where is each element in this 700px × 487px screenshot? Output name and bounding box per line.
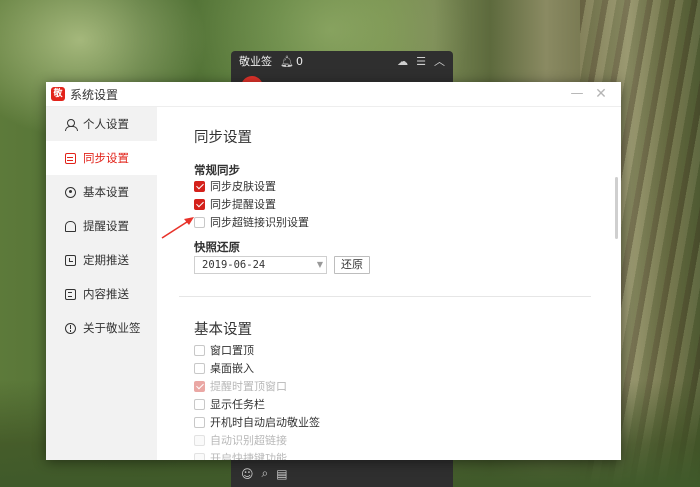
sidebar-item-sync[interactable]: 同步设置 [46,141,157,175]
list-icon[interactable]: ▤ [276,467,287,481]
sync-skin-label: 同步皮肤设置 [210,180,276,193]
auto-hyperlink-label: 自动识别超链接 [210,434,287,447]
sidebar-item-label: 基本设置 [83,185,129,199]
snapshot-date-select[interactable]: 2019-06-24 ▼ [194,256,327,274]
user-icon [65,118,78,131]
users-icon[interactable]: ☺︎ [241,467,254,481]
show-taskbar-option[interactable]: 显示任务栏 [194,397,265,411]
window-top-checkbox[interactable] [194,344,205,356]
gear-icon [65,186,76,198]
sidebar-item-reminder[interactable]: 提醒设置 [46,209,157,243]
sidebar-item-content-push[interactable]: 内容推送 [46,277,157,311]
desktop-embed-option[interactable]: 桌面嵌入 [194,361,254,375]
content-scrollbar[interactable] [615,177,618,239]
basic-section-title: 基本设置 [194,322,252,338]
show-taskbar-checkbox[interactable] [194,398,205,410]
background-widget-bottom-bar: ☺︎ ⌕ ▤ [231,460,453,487]
bell-icon [65,220,76,232]
section-divider [179,296,591,297]
sidebar-item-label: 内容推送 [83,287,129,301]
restore-button[interactable]: 还原 [334,256,370,274]
shortcut-checkbox [194,452,205,460]
settings-sidebar: 个人设置 同步设置 基本设置 提醒设置 定期推送 内容推送 关于敬业签 [46,107,157,460]
window-top-option[interactable]: 窗口置顶 [194,343,254,357]
auto-hyperlink-option: 自动识别超链接 [194,433,287,447]
sidebar-item-personal[interactable]: 个人设置 [46,107,157,141]
desktop-embed-checkbox[interactable] [194,362,205,374]
bell-count: 0 [295,54,303,68]
app-logo-icon: 敬 [51,87,65,101]
dialog-title: 系统设置 [70,87,119,102]
sync-hyperlink-option[interactable]: 同步超链接识别设置 [194,215,309,229]
info-icon [65,322,76,334]
auto-hyperlink-checkbox [194,434,205,446]
annotation-arrow-icon [161,217,194,239]
sidebar-item-scheduled-push[interactable]: 定期推送 [46,243,157,277]
reminder-top-label: 提醒时置顶窗口 [210,380,287,393]
bell-icon[interactable]: 🔔︎ [280,55,294,68]
reminder-top-option: 提醒时置顶窗口 [194,379,287,393]
sidebar-item-label: 个人设置 [83,117,129,131]
dialog-titlebar[interactable]: 敬 系统设置 — ✕ [46,82,621,107]
note-widget-header: 敬业签 🔔︎ 0 ☁ ☰ ︿ [231,51,453,71]
window-top-label: 窗口置顶 [210,344,254,357]
autostart-checkbox[interactable] [194,416,205,428]
note-widget-title: 敬业签 [239,55,272,68]
search-icon[interactable]: ⌕ [262,466,269,481]
menu-icon[interactable]: ☰ [416,55,426,68]
settings-dialog: 敬 系统设置 — ✕ 个人设置 同步设置 基本设置 提醒设置 定期推送 内容推送 [46,82,621,460]
cloud-icon[interactable]: ☁ [397,55,408,68]
sync-section-title: 同步设置 [194,130,252,146]
sidebar-item-about[interactable]: 关于敬业签 [46,311,157,345]
reminder-top-checkbox [194,380,205,392]
sidebar-item-label: 关于敬业签 [83,321,141,335]
sync-icon [65,152,76,164]
sidebar-item-label: 同步设置 [83,151,129,165]
autostart-option[interactable]: 开机时自动启动敬业签 [194,415,320,429]
sidebar-item-basic[interactable]: 基本设置 [46,175,157,209]
sync-reminder-option[interactable]: 同步提醒设置 [194,197,276,211]
sidebar-item-label: 提醒设置 [83,219,129,233]
autostart-label: 开机时自动启动敬业签 [210,416,320,429]
general-sync-title: 常规同步 [194,163,240,177]
sidebar-item-label: 定期推送 [83,253,129,267]
sync-skin-option[interactable]: 同步皮肤设置 [194,179,276,193]
minimize-button[interactable]: — [568,85,586,103]
doc-icon [65,288,76,300]
snapshot-restore-title: 快照还原 [194,240,240,254]
sync-skin-checkbox[interactable] [194,180,205,192]
chevron-up-icon[interactable]: ︿ [434,53,445,69]
sync-hyperlink-label: 同步超链接识别设置 [210,216,309,229]
clock-icon [65,254,76,266]
shortcut-option: 开启快捷键功能 [194,451,287,460]
show-taskbar-label: 显示任务栏 [210,398,265,411]
sync-reminder-label: 同步提醒设置 [210,198,276,211]
chevron-down-icon: ▼ [316,260,323,269]
sync-reminder-checkbox[interactable] [194,198,205,210]
snapshot-date-value: 2019-06-24 [202,259,266,271]
close-button[interactable]: ✕ [592,85,610,103]
shortcut-label: 开启快捷键功能 [210,452,287,460]
desktop-embed-label: 桌面嵌入 [210,362,254,375]
settings-content: 同步设置 常规同步 同步皮肤设置 同步提醒设置 同步超链接识别设置 快照还原 2… [157,107,621,460]
